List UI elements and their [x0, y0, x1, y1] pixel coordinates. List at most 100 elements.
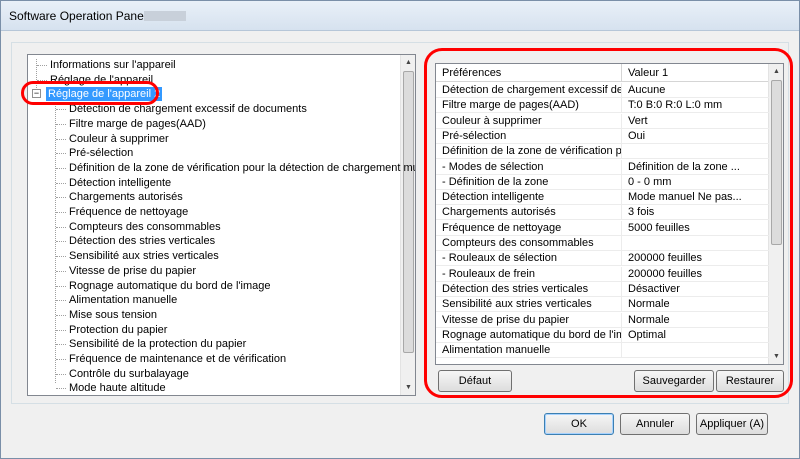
tree-item-label: Définition de la zone de vérification po… — [69, 161, 416, 174]
grid-row[interactable]: Sensibilité aux stries verticales Normale — [436, 297, 769, 313]
grid-row[interactable]: Détection de chargement excessif de d...… — [436, 83, 769, 98]
tree-item[interactable]: Définition de la zone de vérification po… — [28, 161, 415, 175]
grid-row[interactable]: Chargements autorisés 3 fois — [436, 205, 769, 221]
preference-name: Détection intelligente — [436, 190, 622, 206]
tree-connector — [56, 270, 66, 272]
scroll-up-icon[interactable]: ▲ — [401, 55, 415, 70]
preference-value[interactable]: T:0 B:0 R:0 L:0 mm — [622, 98, 769, 113]
scroll-down-icon[interactable]: ▼ — [769, 349, 783, 364]
preference-name: - Rouleaux de frein — [436, 266, 622, 282]
preference-value[interactable] — [622, 236, 769, 251]
preference-name: Définition de la zone de vérification po… — [436, 144, 622, 160]
preference-value[interactable]: 3 fois — [622, 205, 769, 220]
preference-value[interactable]: 200000 feuilles — [622, 251, 769, 266]
cancel-button[interactable]: Annuler — [620, 413, 690, 435]
preference-name: Détection des stries verticales — [436, 281, 622, 297]
tree-item[interactable]: Sensibilité de la protection du papier — [28, 337, 400, 351]
tree-item[interactable]: Mode haute altitude — [28, 381, 400, 395]
preference-value[interactable] — [622, 343, 769, 358]
tree-item[interactable]: Informations sur l'appareil — [28, 58, 400, 72]
preference-value[interactable]: Désactiver — [622, 282, 769, 297]
tree-connector — [56, 167, 66, 169]
tree-item[interactable]: Rognage automatique du bord de l'image — [28, 279, 400, 293]
grid-row[interactable]: Rognage automatique du bord de l'imageOp… — [436, 327, 769, 343]
grid-row[interactable]: Alimentation manuelle — [436, 343, 769, 359]
preference-value[interactable]: Mode manuel Ne pas... — [622, 190, 769, 205]
tree-item-label: Vitesse de prise du papier — [69, 264, 196, 277]
grid-row[interactable]: Fréquence de nettoyage 5000 feuilles — [436, 220, 769, 236]
grid-scrollbar[interactable]: ▲ ▼ — [768, 64, 783, 364]
tree-item[interactable]: Fréquence de nettoyage — [28, 205, 400, 219]
grid-row[interactable]: - Définition de la zone 0 - 0 mm — [436, 174, 769, 190]
preference-name: - Rouleaux de sélection — [436, 251, 622, 267]
preference-value[interactable]: Oui — [622, 129, 769, 144]
tree-item[interactable]: Réglage de l'appareil 2 — [28, 87, 400, 102]
tree-item-label: Mise sous tension — [69, 308, 158, 321]
window-title: Software Operation Panel fi- — [9, 9, 160, 23]
collapse-icon[interactable]: − — [32, 89, 41, 99]
preference-value[interactable]: 0 - 0 mm — [622, 175, 769, 190]
preference-value[interactable]: Aucune — [622, 83, 769, 98]
scroll-down-icon[interactable]: ▼ — [401, 380, 415, 395]
tree-scrollbar[interactable]: ▲ ▼ — [400, 55, 415, 395]
tree-item[interactable]: Détection des stries verticales — [28, 234, 400, 248]
tree-item[interactable]: Réglage de l'appareil — [28, 73, 400, 87]
grid-row[interactable]: Vitesse de prise du papier Normale — [436, 312, 769, 328]
tree-item[interactable]: Couleur à supprimer — [28, 132, 400, 146]
column-header-value[interactable]: Valeur 1 — [622, 64, 769, 82]
preference-value[interactable]: 5000 feuilles — [622, 221, 769, 236]
tree-item-label: Sensibilité de la protection du papier — [69, 338, 247, 351]
tree-item[interactable]: Contrôle du surbalayage — [28, 367, 400, 381]
tree-item[interactable]: Détection de chargement excessif de docu… — [28, 102, 400, 116]
grid-row[interactable]: Détection des stries verticales Désactive… — [436, 281, 769, 297]
preference-value[interactable]: Définition de la zone ... — [622, 160, 769, 175]
scroll-up-icon[interactable]: ▲ — [769, 64, 783, 79]
preference-name: Alimentation manuelle — [436, 343, 622, 359]
tree-connector — [56, 212, 66, 213]
grid-row[interactable]: - Rouleaux de frein 200000 feuilles — [436, 266, 769, 282]
save-button[interactable]: Sauvegarder — [634, 370, 714, 392]
tree-item[interactable]: Détection intelligente — [28, 176, 400, 190]
tree-item[interactable]: Pré-sélection — [28, 146, 400, 160]
tree-item[interactable]: Fréquence de maintenance et de vérificat… — [28, 352, 400, 366]
tree-item[interactable]: Vitesse de prise du papier — [28, 264, 400, 278]
grid-row[interactable]: Compteurs des consommables — [436, 236, 769, 251]
preference-name: Détection de chargement excessif de d... — [436, 83, 622, 98]
tree-connector — [56, 285, 66, 287]
tree-connector — [56, 197, 66, 199]
preference-value[interactable]: Vert — [622, 114, 769, 129]
tree-item[interactable]: Alimentation manuelle — [28, 293, 400, 307]
tree-item[interactable]: Protection du papier — [28, 323, 400, 337]
preference-name: Sensibilité aux stries verticales — [436, 297, 622, 313]
preference-value[interactable]: Normale — [622, 313, 769, 328]
tree-item[interactable]: Sensibilité aux stries verticales — [28, 249, 400, 263]
preference-name: Filtre marge de pages(AAD) — [436, 98, 622, 114]
default-button[interactable]: Défaut — [438, 370, 512, 392]
preference-name: Chargements autorisés — [436, 205, 622, 221]
preference-value[interactable]: Optimal — [622, 328, 769, 343]
grid-scroll-thumb[interactable] — [771, 80, 782, 245]
settings-tree[interactable]: ▲ ▼ Informations sur l'appareil Réglage d… — [27, 54, 416, 396]
preferences-grid[interactable]: Préférences Valeur 1 ▲ ▼ Détection de ch… — [435, 63, 784, 365]
ok-button[interactable]: OK — [544, 413, 614, 435]
preference-value[interactable]: 200000 feuilles — [622, 267, 769, 282]
grid-row[interactable]: - Rouleaux de sélection 200000 feuilles — [436, 251, 769, 267]
preference-value[interactable]: Normale — [622, 297, 769, 312]
tree-connector — [56, 344, 66, 346]
grid-row[interactable]: Couleur à supprimer Vert — [436, 113, 769, 129]
tree-item[interactable]: Mise sous tension — [28, 308, 400, 322]
apply-button[interactable]: Appliquer (A) — [696, 413, 768, 435]
tree-scroll-thumb[interactable] — [403, 71, 414, 353]
tree-item[interactable]: Filtre marge de pages(AAD) — [28, 117, 400, 131]
column-header-preferences[interactable]: Préférences — [436, 64, 622, 82]
grid-row[interactable]: Détection intelligente Mode manuel Ne pas… — [436, 190, 769, 206]
restore-button[interactable]: Restaurer — [716, 370, 784, 392]
grid-row[interactable]: Définition de la zone de vérification po… — [436, 144, 769, 160]
grid-row[interactable]: Filtre marge de pages(AAD) T:0 B:0 R:0 L:… — [436, 98, 769, 114]
tree-item[interactable]: Compteurs des consommables — [28, 220, 400, 234]
tree-item[interactable]: Chargements autorisés — [28, 190, 400, 204]
grid-row[interactable]: Pré-sélection Oui — [436, 128, 769, 144]
tree-connector — [56, 388, 66, 390]
preference-value[interactable] — [622, 144, 769, 159]
grid-row[interactable]: - Modes de sélection Définition de la zon… — [436, 159, 769, 175]
